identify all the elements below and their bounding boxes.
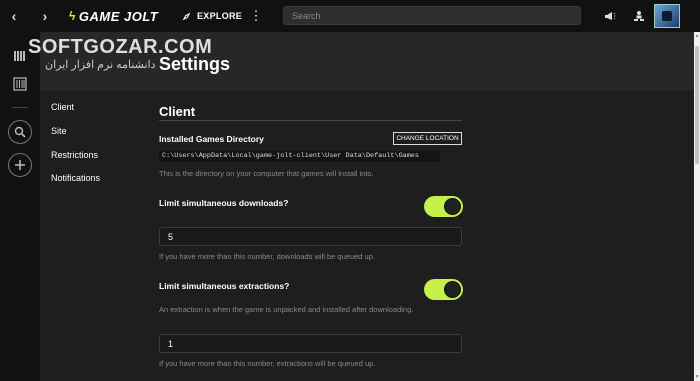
- install-dir-help: This is the directory on your computer t…: [159, 169, 374, 178]
- extractions-limit-field[interactable]: [159, 334, 462, 353]
- install-dir-label: Installed Games Directory: [159, 134, 264, 144]
- downloads-limit-field[interactable]: [159, 227, 462, 246]
- limit-downloads-label: Limit simultaneous downloads?: [159, 198, 289, 208]
- limit-extractions-toggle[interactable]: [424, 279, 463, 300]
- nav-item-restrictions[interactable]: Restrictions: [51, 150, 98, 160]
- scrollbar-thumb[interactable]: [695, 46, 699, 164]
- change-location-button[interactable]: CHANGE LOCATION: [393, 132, 462, 145]
- install-path-value: C:\Users\AppData\Local\game-jolt-client\…: [159, 151, 440, 162]
- toggle-knob: [444, 198, 461, 215]
- bolt-icon: ϟ: [69, 9, 76, 23]
- limit-downloads-toggle[interactable]: [424, 196, 463, 217]
- watermark-subtext: دانشنامه نرم افزار ایران: [45, 59, 156, 71]
- more-menu-icon[interactable]: ⋮: [250, 7, 263, 25]
- megaphone-icon[interactable]: [601, 7, 619, 25]
- add-icon[interactable]: [8, 153, 32, 177]
- compass-icon: [182, 12, 191, 20]
- section-title: Client: [159, 104, 196, 119]
- extractions-description: An extraction is when the game is unpack…: [159, 305, 414, 314]
- nav-item-notifications[interactable]: Notifications: [51, 173, 100, 183]
- rail-divider: [12, 107, 28, 108]
- avatar[interactable]: [654, 4, 680, 28]
- search-input[interactable]: [283, 6, 581, 25]
- game-jolt-logo[interactable]: ϟ GAME JOLT: [69, 8, 158, 24]
- explore-button[interactable]: EXPLORE: [182, 8, 242, 24]
- search-icon[interactable]: [8, 120, 32, 144]
- library-books-icon[interactable]: [8, 72, 32, 96]
- chevron-left-icon[interactable]: ‹: [4, 6, 24, 26]
- chevron-right-icon[interactable]: ›: [35, 6, 55, 26]
- nav-item-site[interactable]: Site: [51, 126, 67, 136]
- limit-extractions-label: Limit simultaneous extractions?: [159, 281, 290, 291]
- toggle-knob: [444, 281, 461, 298]
- section-divider: [159, 120, 462, 121]
- left-rail: [0, 32, 40, 381]
- top-bar: ‹ › ϟ GAME JOLT EXPLORE ⋮: [0, 0, 700, 32]
- watermark-text: SOFTGOZAR.COM: [28, 36, 213, 58]
- downloads-help: If you have more than this number, downl…: [159, 252, 375, 261]
- scrollbar[interactable]: ▲ ▼: [694, 32, 700, 381]
- scroll-up-icon[interactable]: ▲: [694, 32, 700, 40]
- nav-item-client[interactable]: Client: [51, 102, 74, 112]
- friends-icon[interactable]: [630, 7, 648, 25]
- explore-label: EXPLORE: [197, 11, 243, 21]
- scroll-down-icon[interactable]: ▼: [694, 373, 700, 381]
- logo-text: GAME JOLT: [78, 8, 159, 24]
- extractions-help: If you have more than this number, extra…: [159, 359, 376, 368]
